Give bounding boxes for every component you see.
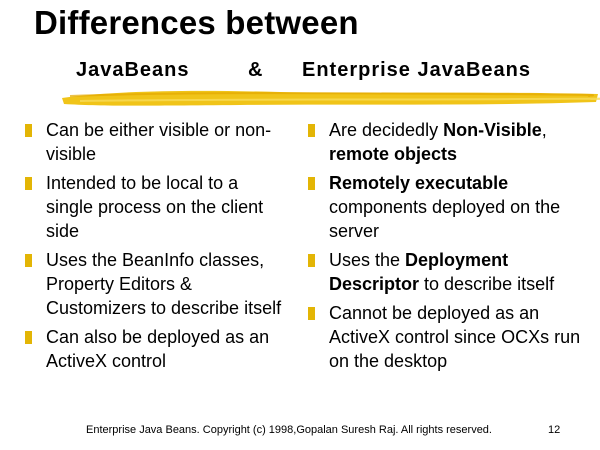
bullet-marker-icon xyxy=(25,254,32,267)
bullet-item: Uses the BeanInfo classes, Property Edit… xyxy=(22,248,284,320)
bullet-text: components deployed on the server xyxy=(329,197,561,241)
bullet-text-bold: Non-Visible xyxy=(443,120,542,140)
bullet-text: Can also be deployed as an ActiveX contr… xyxy=(46,327,270,371)
bullet-text-bold: remote objects xyxy=(329,144,458,164)
footer-copyright: Enterprise Java Beans. Copyright (c) 199… xyxy=(86,424,492,436)
bullet-item: Are decidedly Non-Visible, remote object… xyxy=(305,118,590,166)
bullet-text: Uses the BeanInfo classes, Property Edit… xyxy=(46,250,282,318)
bullet-text-bold: Remotely executable xyxy=(329,173,509,193)
bullet-marker-icon xyxy=(25,177,32,190)
bullet-text: Intended to be local to a single process… xyxy=(46,173,264,241)
highlighter-stroke xyxy=(62,90,600,106)
bullet-item: Intended to be local to a single process… xyxy=(22,171,284,243)
bullet-item: Uses the Deployment Descriptor to descri… xyxy=(305,248,590,296)
bullet-marker-icon xyxy=(308,254,315,267)
bullet-text: to describe itself xyxy=(419,274,555,294)
bullet-marker-icon xyxy=(25,331,32,344)
bullet-item: Cannot be deployed as an ActiveX control… xyxy=(305,301,590,373)
bullet-text: Can be either visible or non-visible xyxy=(46,120,272,164)
bullet-marker-icon xyxy=(308,177,315,190)
slide-title: Differences between xyxy=(34,4,359,41)
subtitle-javabeans: JavaBeans xyxy=(76,59,190,81)
slide: Differences between JavaBeans & Enterpri… xyxy=(0,0,600,450)
bullet-item: Can also be deployed as an ActiveX contr… xyxy=(22,325,284,373)
bullet-text: , xyxy=(541,120,547,140)
javabeans-column: Can be either visible or non-visible Inte… xyxy=(22,118,284,378)
enterprise-javabeans-column: Are decidedly Non-Visible, remote object… xyxy=(305,118,590,378)
bullet-item: Remotely executable components deployed … xyxy=(305,171,590,243)
bullet-marker-icon xyxy=(308,124,315,137)
bullet-marker-icon xyxy=(25,124,32,137)
bullet-text: Uses the xyxy=(329,250,406,270)
bullet-item: Can be either visible or non-visible xyxy=(22,118,284,166)
page-number: 12 xyxy=(548,424,561,436)
bullet-text: Cannot be deployed as an ActiveX control… xyxy=(329,303,581,371)
subtitle-ampersand: & xyxy=(248,59,264,81)
subtitle-enterprise-javabeans: Enterprise JavaBeans xyxy=(302,59,532,81)
bullet-text: Are decidedly xyxy=(329,120,444,140)
bullet-marker-icon xyxy=(308,307,315,320)
